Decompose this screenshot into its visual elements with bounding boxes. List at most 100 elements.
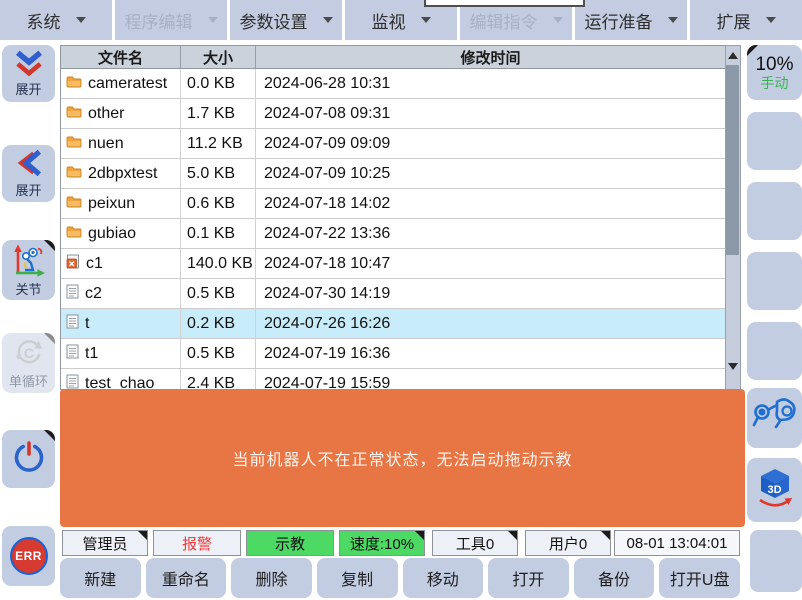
datetime-label: 08-01 13:04:01 xyxy=(627,535,728,552)
table-row[interactable]: t 0.2 KB 2024-07-26 16:26 xyxy=(61,309,725,339)
tool-label: 工具0 xyxy=(456,533,494,554)
file-name: gubiao xyxy=(88,225,136,243)
menu-label: 系统 xyxy=(27,8,61,33)
scroll-down-icon[interactable] xyxy=(726,358,739,374)
status-user-frame[interactable]: 用户0 xyxy=(525,530,611,556)
file-name: t xyxy=(85,315,89,333)
table-row[interactable]: gubiao 0.1 KB 2024-07-22 13:36 xyxy=(61,219,725,249)
table-row[interactable]: cameratest 0.0 KB 2024-06-28 10:31 xyxy=(61,69,725,99)
menu-label: 编辑指令 xyxy=(470,8,538,33)
table-row[interactable]: c1 140.0 KB 2024-07-18 10:47 xyxy=(61,249,725,279)
chevron-down-icon xyxy=(766,17,776,23)
file-time: 2024-07-09 10:25 xyxy=(256,159,725,188)
teach-pendant-screen: 系统 程序编辑 参数设置 监视 编辑指令 运行准备 扩展 展开 展开 xyxy=(0,0,802,600)
delete-button[interactable]: 删除 xyxy=(231,558,312,598)
file-size: 0.0 KB xyxy=(181,69,256,98)
column-header-filename[interactable]: 文件名 xyxy=(61,46,181,68)
drag-teach-button[interactable] xyxy=(747,388,802,448)
new-button[interactable]: 新建 xyxy=(60,558,141,598)
chevron-down-icon xyxy=(553,17,563,23)
file-time: 2024-06-28 10:31 xyxy=(256,69,725,98)
table-row[interactable]: c2 0.5 KB 2024-07-30 14:19 xyxy=(61,279,725,309)
file-name: cameratest xyxy=(88,75,167,93)
table-row[interactable]: test_chao 2.4 KB 2024-07-19 15:59 xyxy=(61,369,725,390)
folder-icon xyxy=(66,135,82,153)
svg-text:3D: 3D xyxy=(767,484,781,496)
table-row[interactable]: 2dbpxtest 5.0 KB 2024-07-09 10:25 xyxy=(61,159,725,189)
column-header-modified[interactable]: 修改时间 xyxy=(256,46,725,68)
joint-coord-button[interactable]: 关节 xyxy=(2,240,55,300)
speed-percent: 10% xyxy=(755,54,793,76)
corner-marker xyxy=(44,240,55,251)
expand-down-label: 展开 xyxy=(15,83,41,97)
menu-label: 程序编辑 xyxy=(125,8,193,33)
status-role[interactable]: 管理员 xyxy=(62,530,148,556)
table-row[interactable]: peixun 0.6 KB 2024-07-18 14:02 xyxy=(61,189,725,219)
mode-label: 示教 xyxy=(275,533,305,554)
rename-button[interactable]: 重命名 xyxy=(146,558,227,598)
menu-parameter-settings[interactable]: 参数设置 xyxy=(230,0,342,40)
right-panel-button-empty-2[interactable] xyxy=(747,182,802,240)
robot-status-message: 当前机器人不在正常状态，无法启动拖动示教 xyxy=(60,389,745,527)
corner-marker xyxy=(508,531,517,540)
file-size: 1.7 KB xyxy=(181,99,256,128)
corner-marker xyxy=(44,430,55,441)
copy-button[interactable]: 复制 xyxy=(317,558,398,598)
double-chevron-left-icon xyxy=(14,148,44,183)
table-row[interactable]: other 1.7 KB 2024-07-08 09:31 xyxy=(61,99,725,129)
backup-button[interactable]: 备份 xyxy=(574,558,655,598)
expand-left-label: 展开 xyxy=(15,184,41,198)
right-panel-button-empty-4[interactable] xyxy=(747,322,802,380)
file-size: 0.1 KB xyxy=(181,219,256,248)
single-cycle-icon: C xyxy=(13,337,45,374)
menu-system[interactable]: 系统 xyxy=(0,0,112,40)
open-button[interactable]: 打开 xyxy=(488,558,569,598)
file-time: 2024-07-19 16:36 xyxy=(256,339,725,368)
speed-mode-button[interactable]: 10% 手动 xyxy=(747,45,802,100)
status-tool[interactable]: 工具0 xyxy=(432,530,518,556)
column-header-size[interactable]: 大小 xyxy=(181,46,256,68)
vertical-scrollbar[interactable] xyxy=(726,45,741,390)
menu-extension[interactable]: 扩展 xyxy=(690,0,802,40)
folder-icon xyxy=(66,225,82,243)
expand-left-button[interactable]: 展开 xyxy=(2,145,55,202)
menu-label: 监视 xyxy=(372,8,406,33)
status-teach-mode[interactable]: 示教 xyxy=(246,530,334,556)
view-3d-button[interactable]: 3D xyxy=(747,458,802,522)
corner-marker xyxy=(138,531,147,540)
right-panel-button-empty-3[interactable] xyxy=(747,252,802,310)
scrollbar-thumb[interactable] xyxy=(726,65,739,255)
file-name: c1 xyxy=(86,255,103,273)
error-button[interactable]: ERR xyxy=(2,526,55,586)
status-alarm[interactable]: 报警 xyxy=(153,530,241,556)
file-time: 2024-07-19 15:59 xyxy=(256,369,725,390)
power-button[interactable] xyxy=(2,430,55,488)
expand-down-button[interactable]: 展开 xyxy=(2,45,55,102)
file-name: 2dbpxtest xyxy=(88,165,157,183)
open-usb-button[interactable]: 打开U盘 xyxy=(659,558,740,598)
menu-run-prepare[interactable]: 运行准备 xyxy=(575,0,687,40)
menu-label: 运行准备 xyxy=(585,8,653,33)
right-panel-button-empty-1[interactable] xyxy=(747,112,802,170)
scroll-up-icon[interactable] xyxy=(726,47,739,63)
file-name: peixun xyxy=(88,195,135,213)
file-size: 2.4 KB xyxy=(181,369,256,390)
single-cycle-label: 单循环 xyxy=(9,375,48,389)
table-row[interactable]: t1 0.5 KB 2024-07-19 16:36 xyxy=(61,339,725,369)
alarm-label: 报警 xyxy=(182,533,212,554)
file-size: 0.5 KB xyxy=(181,339,256,368)
corner-marker xyxy=(747,45,758,56)
power-icon xyxy=(11,439,47,480)
file-name: test_chao xyxy=(85,375,154,391)
file-time: 2024-07-30 14:19 xyxy=(256,279,725,308)
chevron-down-icon xyxy=(668,17,678,23)
partial-window-fragment xyxy=(424,0,585,7)
file-action-bar: 新建 重命名 删除 复制 移动 打开 备份 打开U盘 xyxy=(60,558,740,598)
move-button[interactable]: 移动 xyxy=(403,558,484,598)
bottom-right-button[interactable] xyxy=(750,530,802,592)
svg-text:C: C xyxy=(23,345,33,361)
table-row[interactable]: nuen 11.2 KB 2024-07-09 09:09 xyxy=(61,129,725,159)
file-size: 0.2 KB xyxy=(181,309,256,338)
file-time: 2024-07-09 09:09 xyxy=(256,129,725,158)
status-speed[interactable]: 速度:10% xyxy=(339,530,425,556)
